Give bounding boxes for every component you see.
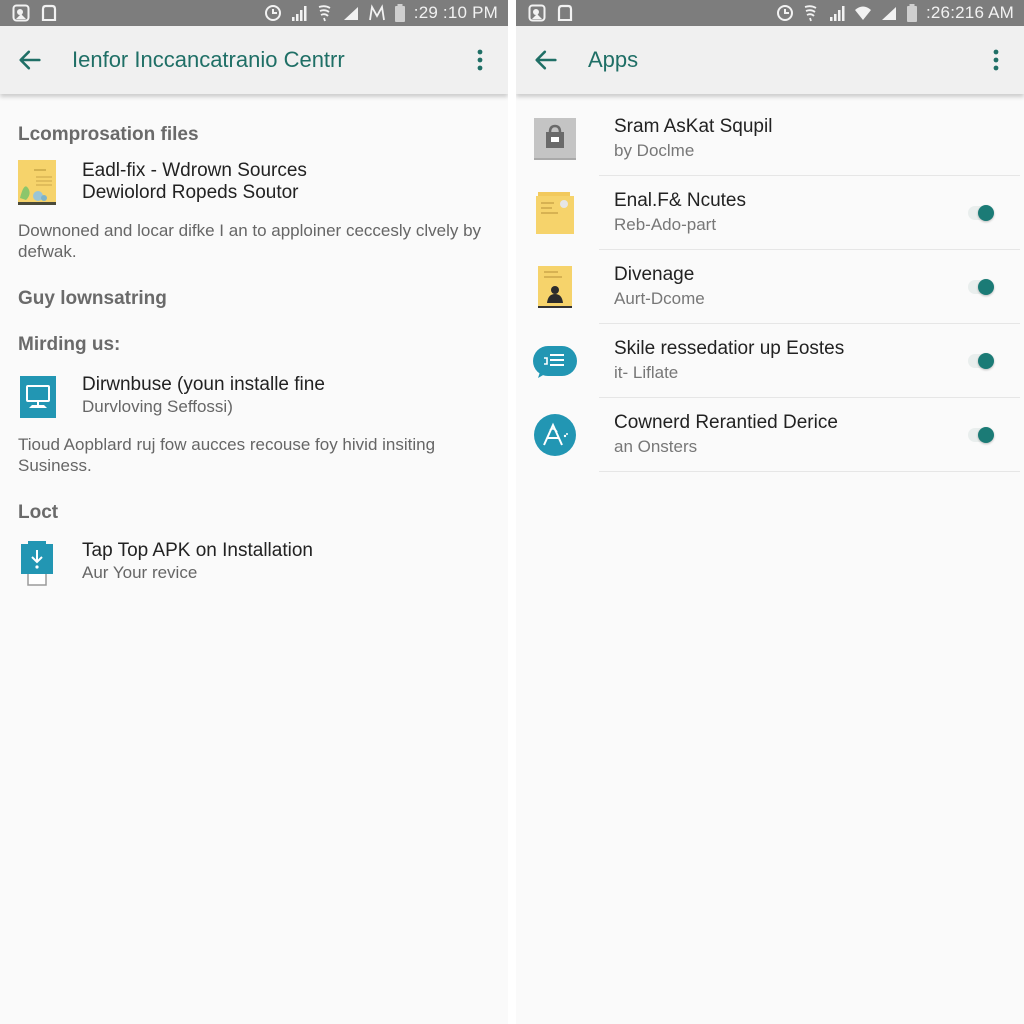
more-vert-icon[interactable]	[992, 48, 1000, 72]
toggle-knob	[978, 427, 994, 443]
usb-download-icon	[18, 540, 56, 586]
app-toggle[interactable]	[968, 276, 996, 298]
vibrate-icon	[316, 4, 334, 22]
app-name: Enal.F& Ncutes	[614, 190, 746, 211]
settings-content: Lcomprosation files Eadl-fix - Wdrown So…	[0, 124, 508, 586]
section-description: Downoned and locar difke I an to apploin…	[18, 221, 482, 261]
monitor-icon	[18, 374, 56, 420]
settings-item-apk[interactable]: Tap Top APK on Installation Aur Your rev…	[18, 540, 490, 586]
app-name: Divenage	[614, 264, 695, 285]
app-name: Skile ressedatior up Eostes	[614, 338, 845, 359]
page-title: Apps	[588, 47, 639, 72]
network-icon	[368, 4, 386, 22]
status-time: :29 :10 PM	[413, 3, 498, 22]
gallery-notification-icon	[528, 4, 546, 22]
yellow-contact-icon	[532, 264, 578, 310]
status-time: :26:216 AM	[925, 3, 1014, 22]
item-title-line2: Dewiolord Ropeds Soutor	[82, 182, 299, 203]
app-list-item[interactable]: Divenage Aurt-Dcome	[516, 250, 1024, 324]
toggle-knob	[978, 353, 994, 369]
battery-icon	[906, 4, 918, 22]
chat-list-icon	[532, 338, 578, 384]
document-illustration-icon	[18, 160, 56, 206]
app-bar: Apps	[516, 26, 1024, 94]
app-list-item[interactable]: Sram AsKat Squpil by Doclme	[516, 102, 1024, 176]
app-list-item[interactable]: Cownerd Rerantied Derice an Onsters	[516, 398, 1024, 472]
sync-icon	[264, 4, 282, 22]
square-notification-icon	[40, 4, 58, 22]
page-title: Ienfor Inccancatranio Centrr	[72, 47, 345, 72]
toggle-knob	[978, 205, 994, 221]
app-subtitle: Aurt-Dcome	[614, 289, 705, 308]
square-notification-icon	[556, 4, 574, 22]
arrow-left-icon[interactable]	[532, 46, 560, 74]
sync-icon	[776, 4, 794, 22]
item-title: Tap Top APK on Installation	[82, 540, 313, 561]
status-bar: :26:216 AM	[516, 0, 1024, 26]
accessibility-circle-icon	[532, 412, 578, 458]
app-subtitle: Reb-Ado-part	[614, 215, 717, 234]
section-header: Guy lownsatring	[18, 288, 167, 309]
divider	[599, 471, 1020, 472]
battery-icon	[394, 4, 406, 22]
signal-icon	[828, 4, 846, 22]
app-list-item[interactable]: Skile ressedatior up Eostes it- Liflate	[516, 324, 1024, 398]
signal-triangle-icon	[342, 4, 360, 22]
arrow-left-icon[interactable]	[16, 46, 44, 74]
app-bar: Ienfor Inccancatranio Centrr	[0, 26, 508, 94]
item-subtitle: Aur Your revice	[82, 563, 198, 582]
app-list: Sram AsKat Squpil by Doclme Enal.F& Ncut…	[516, 102, 1024, 472]
more-vert-icon[interactable]	[476, 48, 484, 72]
toggle-knob	[978, 279, 994, 295]
app-subtitle: it- Liflate	[614, 363, 679, 382]
signal-icon	[290, 4, 308, 22]
section-header: Loct	[18, 502, 59, 523]
settings-item-install[interactable]: Dirwnbuse (youn installe fine Durvloving…	[18, 374, 490, 420]
section-header: Mirding us:	[18, 334, 121, 355]
item-subtitle: Durvloving Seffossi)	[82, 397, 233, 416]
app-toggle[interactable]	[968, 424, 996, 446]
left-screen: :29 :10 PM Ienfor Inccancatranio Centrr …	[0, 0, 508, 1024]
yellow-folder-icon	[532, 190, 578, 236]
app-subtitle: by Doclme	[614, 141, 695, 160]
section-description: Tioud Aopblard ruj fow aucces recouse fo…	[18, 435, 436, 475]
item-title: Eadl-fix - Wdrown Sources	[82, 160, 307, 181]
wifi-icon	[854, 4, 872, 22]
status-bar: :29 :10 PM	[0, 0, 508, 26]
vibrate-icon	[802, 4, 820, 22]
app-toggle[interactable]	[968, 202, 996, 224]
app-list-item[interactable]: Enal.F& Ncutes Reb-Ado-part	[516, 176, 1024, 250]
item-title: Dirwnbuse (youn installe fine	[82, 374, 325, 395]
lock-bag-icon	[532, 116, 578, 162]
settings-item-sources[interactable]: Eadl-fix - Wdrown Sources Dewiolord Rope…	[18, 160, 490, 206]
app-subtitle: an Onsters	[614, 437, 698, 456]
app-name: Cownerd Rerantied Derice	[614, 412, 838, 433]
app-name: Sram AsKat Squpil	[614, 116, 773, 137]
section-header: Lcomprosation files	[18, 124, 199, 145]
signal-triangle-icon	[880, 4, 898, 22]
app-toggle[interactable]	[968, 350, 996, 372]
right-screen: :26:216 AM Apps Sram AsKat Squpil by Doc…	[516, 0, 1024, 1024]
gallery-notification-icon	[12, 4, 30, 22]
